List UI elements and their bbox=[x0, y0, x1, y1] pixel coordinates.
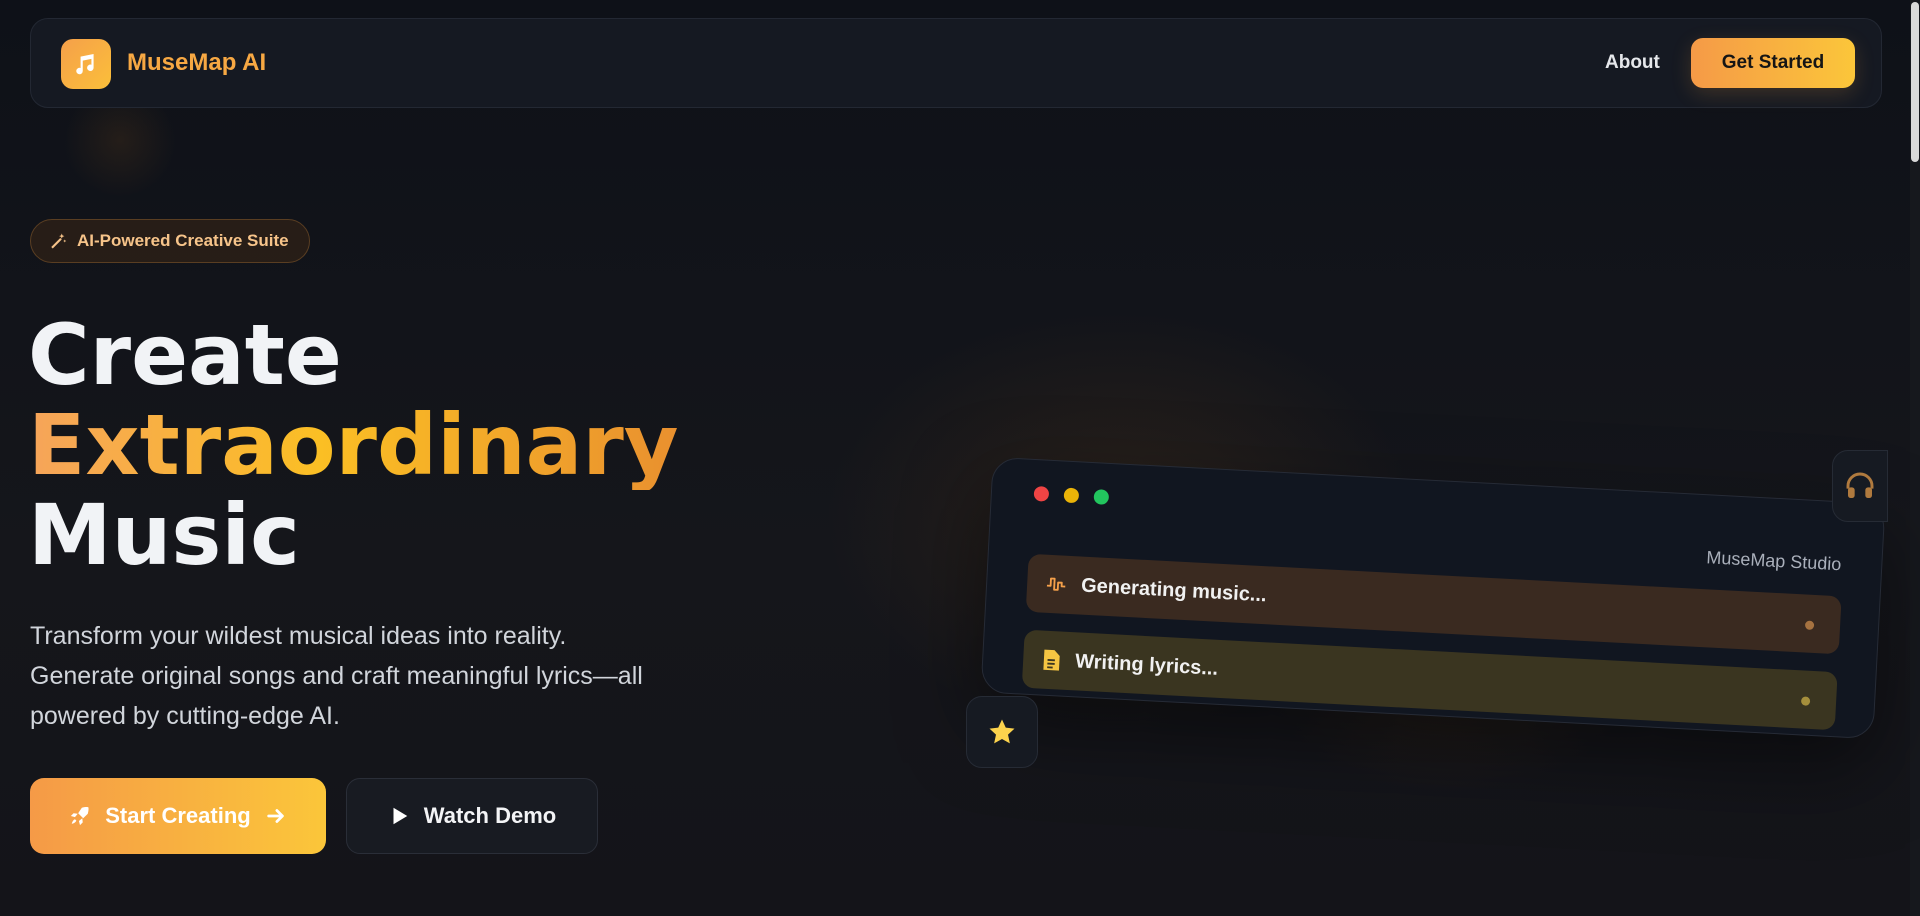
headline-line-2: Extraordinary bbox=[28, 396, 679, 494]
window-close-dot bbox=[1033, 485, 1050, 502]
get-started-button[interactable]: Get Started bbox=[1691, 38, 1855, 88]
headline-line-3: Music bbox=[28, 486, 300, 584]
hero-description: Transform your wildest musical ideas int… bbox=[30, 622, 643, 730]
watch-demo-label: Watch Demo bbox=[423, 803, 557, 828]
play-icon bbox=[393, 807, 408, 825]
hero-headline: Create Extraordinary Music bbox=[28, 310, 679, 580]
nav-link-about[interactable]: About bbox=[1605, 52, 1660, 74]
start-creating-label: Start Creating bbox=[105, 803, 251, 828]
studio-preview-card: MuseMap Studio Generating music... Writi… bbox=[980, 456, 1886, 740]
arrow-right-icon bbox=[267, 809, 284, 823]
page-scrollbar[interactable] bbox=[1910, 0, 1920, 916]
status-dot bbox=[1804, 620, 1815, 630]
window-minimize-dot bbox=[1063, 487, 1080, 504]
star-icon bbox=[989, 719, 1015, 744]
floating-star-tile bbox=[966, 696, 1038, 768]
status-dot bbox=[1800, 696, 1811, 706]
badge-label: AI-Powered Creative Suite bbox=[77, 231, 289, 250]
studio-title: MuseMap Studio bbox=[1705, 547, 1842, 575]
floating-headphones-tile bbox=[1832, 450, 1888, 522]
document-icon bbox=[1043, 649, 1060, 671]
magic-wand-icon bbox=[51, 233, 67, 249]
hero-badge: AI-Powered Creative Suite bbox=[30, 219, 310, 263]
task-label: Generating music... bbox=[1080, 574, 1268, 606]
start-creating-button[interactable]: Start Creating bbox=[30, 778, 326, 854]
brand-name[interactable]: MuseMap AI bbox=[127, 49, 266, 77]
headphones-icon bbox=[1846, 472, 1874, 498]
rocket-icon bbox=[71, 806, 89, 826]
scrollbar-thumb[interactable] bbox=[1911, 2, 1919, 162]
navbar: MuseMap AI About Get Started bbox=[30, 18, 1882, 108]
headline-line-1: Create bbox=[28, 306, 342, 404]
music-note-icon bbox=[76, 54, 94, 75]
waveform-icon bbox=[1046, 577, 1066, 591]
brand-logo[interactable] bbox=[61, 39, 111, 89]
task-label: Writing lyrics... bbox=[1074, 649, 1219, 680]
watch-demo-button[interactable]: Watch Demo bbox=[346, 778, 598, 854]
window-maximize-dot bbox=[1093, 489, 1110, 505]
